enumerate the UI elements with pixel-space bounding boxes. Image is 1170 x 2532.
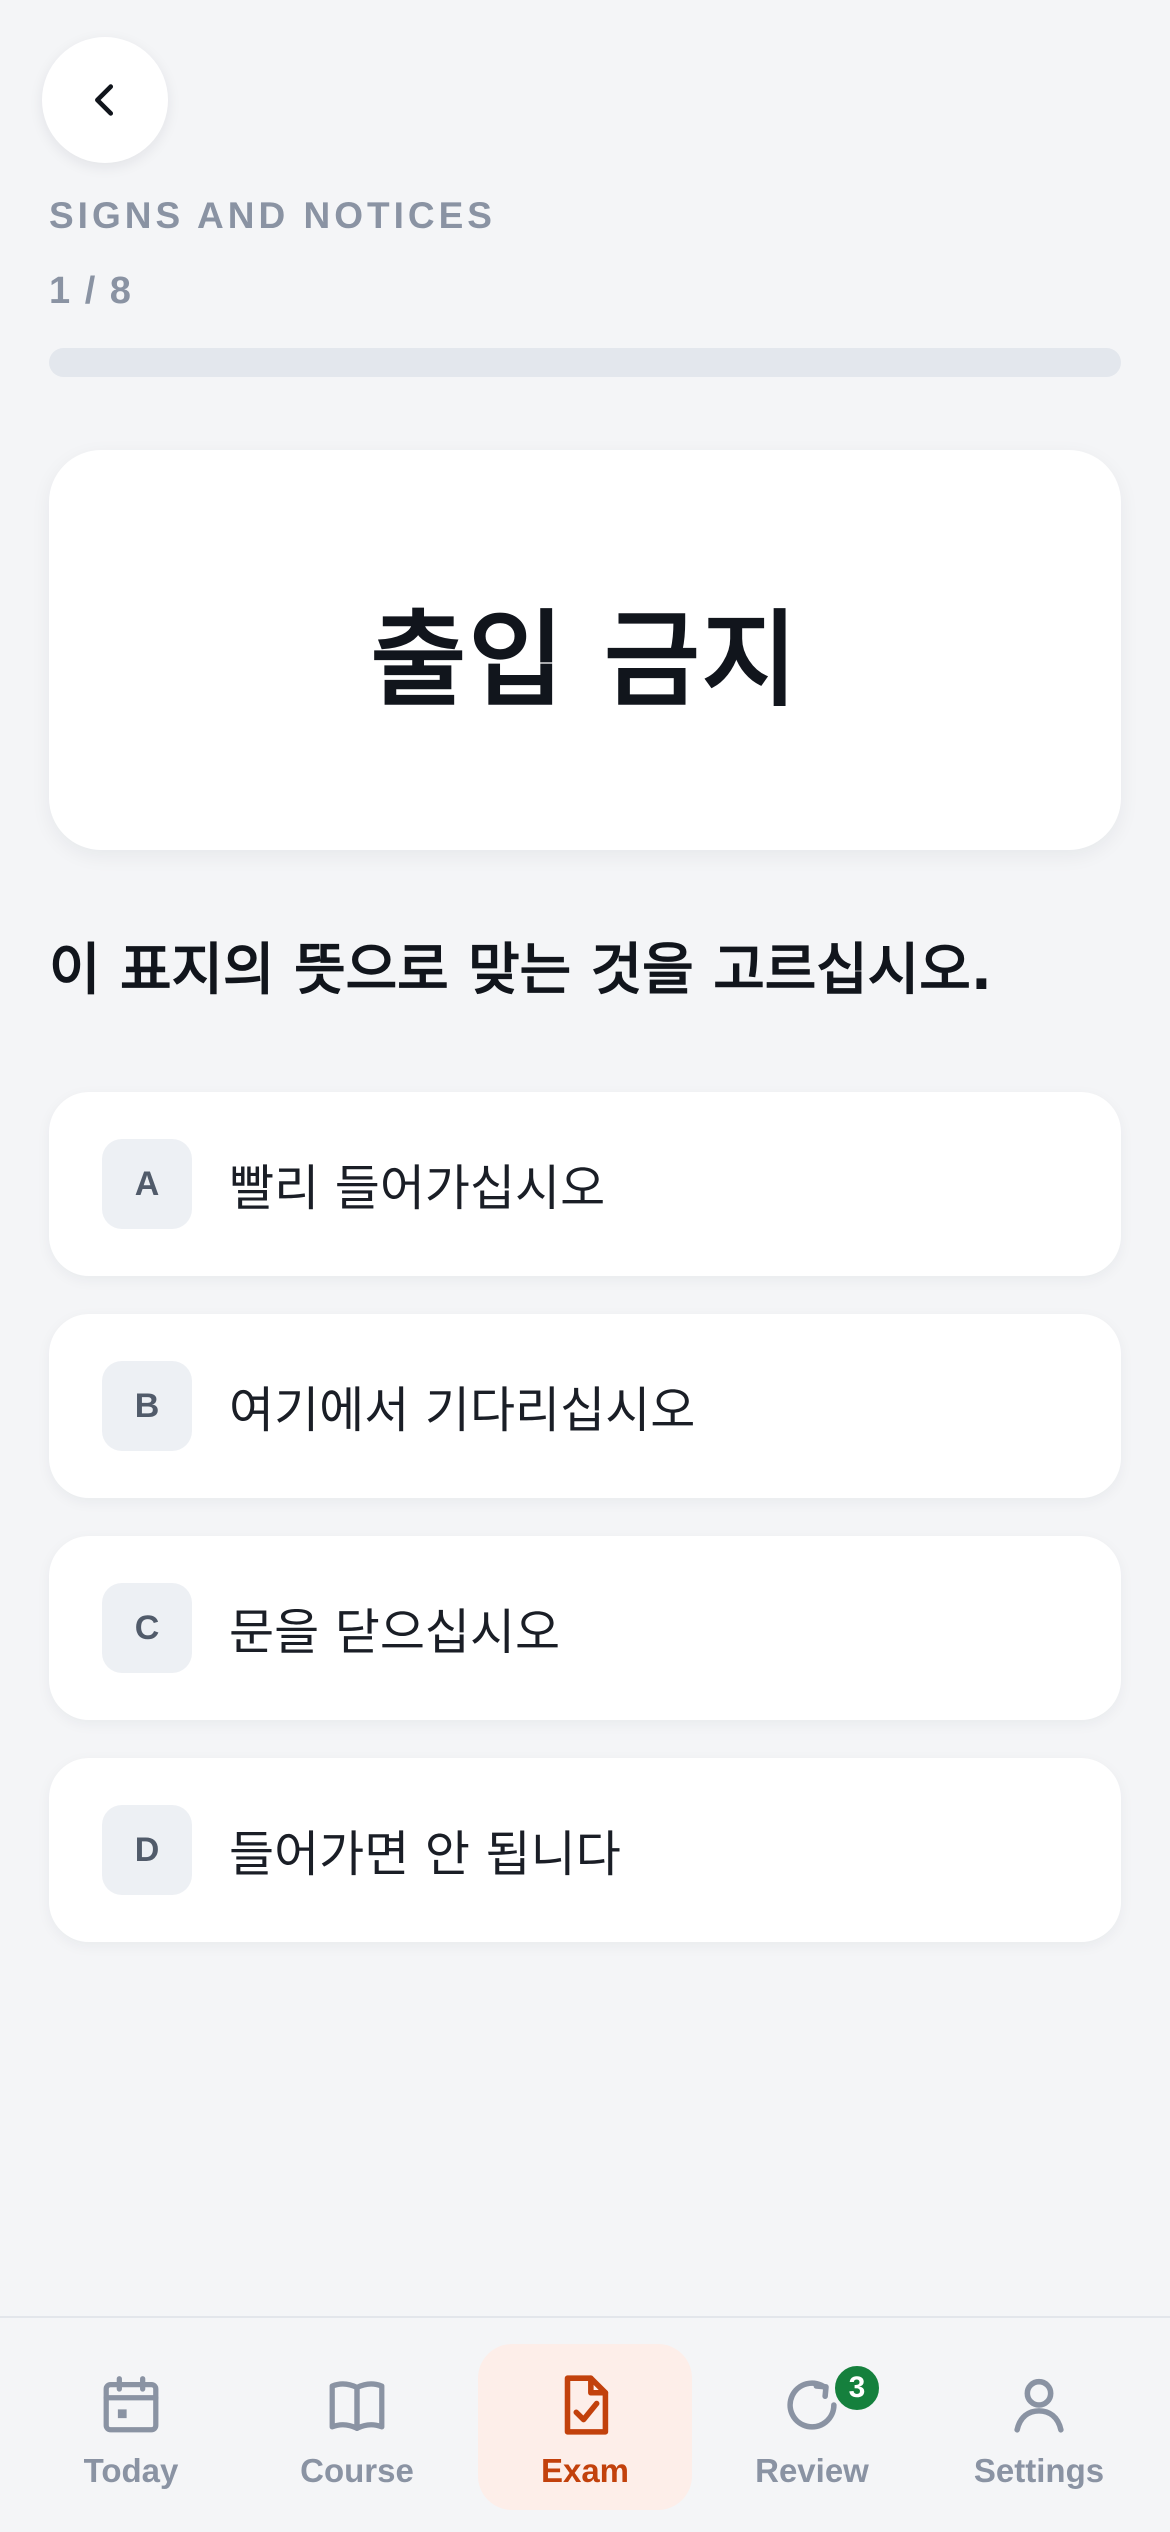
book-icon	[322, 2370, 392, 2440]
option-letter: A	[102, 1139, 192, 1229]
option-text: 들어가면 안 됩니다	[229, 1825, 621, 1883]
option-text: 여기에서 기다리십시오	[229, 1381, 696, 1439]
tab-label: Course	[300, 2452, 414, 2489]
answer-options: A 빨리 들어가십시오 B 여기에서 기다리십시오 C 문을 닫으십시오 D 들…	[49, 1092, 1121, 1980]
sign-card: 출입 금지	[49, 450, 1121, 850]
section-title: SIGNS AND NOTICES	[49, 195, 496, 236]
question-prompt: 이 표지의 뜻으로 맞는 것을 고르십시오.	[49, 938, 993, 1003]
progress-bar	[49, 348, 1121, 377]
option-text: 빨리 들어가십시오	[229, 1159, 606, 1217]
tab-exam[interactable]: Exam	[478, 2344, 692, 2510]
tab-settings[interactable]: Settings	[932, 2344, 1146, 2510]
calendar-icon	[96, 2370, 166, 2440]
review-count-badge: 3	[831, 2362, 883, 2414]
tab-label: Review	[755, 2452, 869, 2489]
question-counter: 1 / 8	[49, 270, 133, 312]
tab-label: Exam	[540, 2452, 630, 2489]
tab-review[interactable]: 3 Review	[705, 2344, 919, 2510]
tab-bar: Today Course Exam 3 Review Settings	[0, 2316, 1170, 2532]
option-letter: D	[102, 1805, 192, 1895]
option-a[interactable]: A 빨리 들어가십시오	[49, 1092, 1121, 1276]
refresh-icon: 3	[777, 2362, 883, 2440]
person-icon	[1004, 2370, 1074, 2440]
tab-label: Settings	[973, 2452, 1105, 2489]
option-text: 문을 닫으십시오	[229, 1603, 561, 1661]
tab-today[interactable]: Today	[24, 2344, 238, 2510]
chevron-left-icon	[95, 84, 114, 116]
option-letter: C	[102, 1583, 192, 1673]
option-c[interactable]: C 문을 닫으십시오	[49, 1536, 1121, 1720]
tab-course[interactable]: Course	[250, 2344, 464, 2510]
option-b[interactable]: B 여기에서 기다리십시오	[49, 1314, 1121, 1498]
sign-text: 출입 금지	[370, 598, 800, 721]
tab-label: Today	[83, 2452, 179, 2489]
option-d[interactable]: D 들어가면 안 됩니다	[49, 1758, 1121, 1942]
option-letter: B	[102, 1361, 192, 1451]
document-check-icon	[550, 2370, 620, 2440]
back-button[interactable]	[42, 37, 168, 163]
